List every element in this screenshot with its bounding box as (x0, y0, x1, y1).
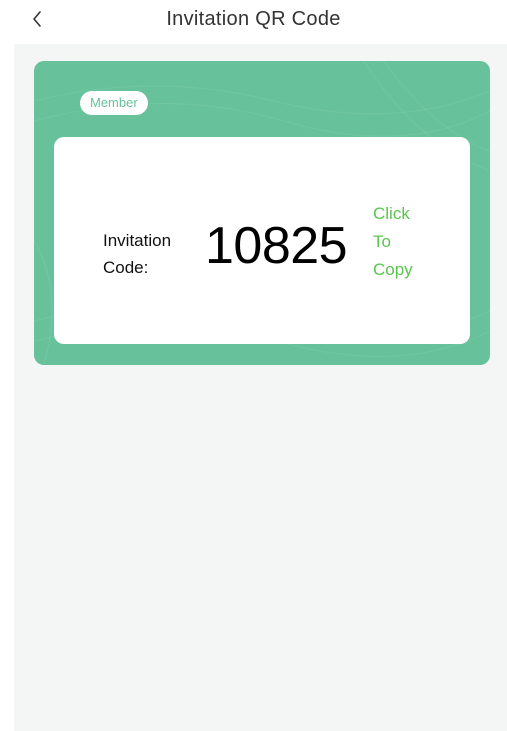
invitation-code-value: 10825 (205, 217, 348, 275)
copy-code-button[interactable]: Click To Copy (373, 200, 433, 284)
member-card: Member Invitation Code: 10825 Click To C… (34, 61, 490, 365)
header-bar: Invitation QR Code (0, 0, 507, 44)
invitation-code-label-line2: Code: (103, 258, 149, 277)
invitation-code-label: Invitation Code: (103, 227, 171, 281)
copy-label-line3: Copy (373, 260, 413, 279)
copy-label-line1: Click (373, 204, 410, 223)
page-title: Invitation QR Code (166, 8, 341, 30)
member-badge: Member (80, 91, 148, 115)
copy-label-line2: To (373, 232, 391, 251)
invitation-code-label-line1: Invitation (103, 231, 172, 250)
main-content: Member Invitation Code: 10825 Click To C… (14, 44, 507, 731)
page: Invitation QR Code Member Invitation Cod… (0, 0, 507, 731)
invitation-code-panel: Invitation Code: 10825 Click To Copy (54, 137, 470, 344)
